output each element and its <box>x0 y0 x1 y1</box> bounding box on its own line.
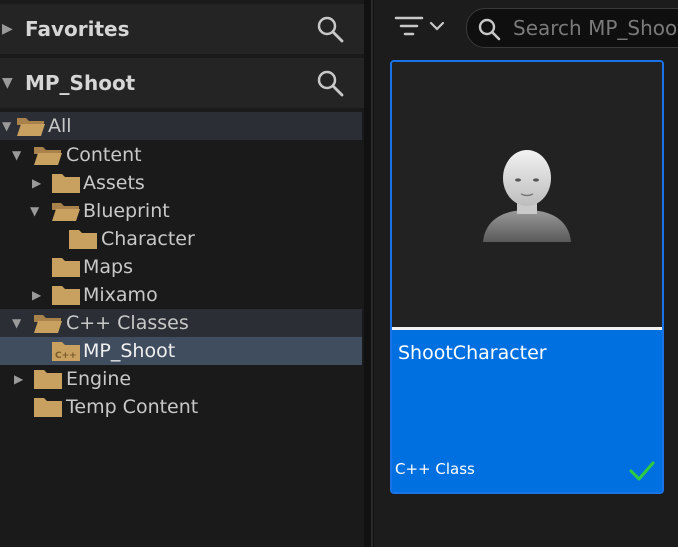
tree-item-mp-shoot[interactable]: C++ MP_Shoot <box>0 337 362 365</box>
folder-icon <box>52 286 80 305</box>
folder-icon <box>52 174 80 193</box>
character-icon <box>483 150 571 242</box>
project-title: MP_Shoot <box>25 71 136 95</box>
tree-item-engine[interactable]: ▶ Engine <box>0 365 362 393</box>
filter-icon[interactable] <box>394 12 450 42</box>
asset-search-input[interactable] <box>511 12 678 44</box>
tree-item-blueprint[interactable]: ▼ Blueprint <box>0 197 362 225</box>
tree-item-assets[interactable]: ▶ Assets <box>0 169 362 197</box>
folder-icon <box>34 370 62 389</box>
tree-item-label: C++ Classes <box>66 312 189 334</box>
folder-open-icon <box>34 315 62 333</box>
svg-text:C++: C++ <box>55 351 77 361</box>
collapse-arrow-icon[interactable]: ▼ <box>2 119 11 133</box>
asset-name: ShootCharacter <box>398 342 547 364</box>
tree-item-cpp-classes[interactable]: ▼ C++ Classes <box>0 309 362 337</box>
asset-tile[interactable]: ShootCharacter C++ Class <box>390 60 664 494</box>
folder-open-icon <box>52 203 80 221</box>
tree-item-label: MP_Shoot <box>83 340 176 362</box>
asset-info: ShootCharacter C++ Class <box>392 330 662 492</box>
expand-arrow-icon[interactable]: ▶ <box>14 372 23 386</box>
search-icon <box>478 18 501 41</box>
tree-item-label: All <box>48 115 72 137</box>
tree-item-all[interactable]: ▼ All <box>0 112 362 140</box>
collapse-arrow-icon[interactable]: ▼ <box>30 204 39 218</box>
asset-view: ShootCharacter C++ Class <box>374 0 678 547</box>
search-icon[interactable] <box>316 15 344 43</box>
tree-item-mixamo[interactable]: ▶ Mixamo <box>0 281 362 309</box>
expand-arrow-icon[interactable]: ▶ <box>32 176 41 190</box>
tree-item-label: Mixamo <box>83 284 158 306</box>
tree-item-label: Assets <box>83 172 145 194</box>
expand-arrow-icon[interactable]: ▶ <box>2 21 13 37</box>
search-icon[interactable] <box>316 69 344 97</box>
collapse-arrow-icon[interactable]: ▼ <box>12 316 21 330</box>
sources-panel: ▶ Favorites ▼ MP_Shoot ▼ All ▼ Content ▶… <box>0 0 364 547</box>
tree-item-character[interactable]: Character <box>0 225 362 253</box>
collapse-arrow-icon[interactable]: ▼ <box>2 75 13 91</box>
folder-open-icon <box>17 118 45 136</box>
folder-open-icon <box>34 147 62 165</box>
tree-item-label: Character <box>101 228 195 250</box>
tree-item-label: Maps <box>83 256 133 278</box>
splitter-line <box>371 0 373 547</box>
cpp-folder-icon: C++ <box>52 342 80 361</box>
checkmark-icon <box>629 461 655 481</box>
asset-thumbnail <box>392 62 662 327</box>
collapse-arrow-icon[interactable]: ▼ <box>12 148 21 162</box>
tree-item-maps[interactable]: Maps <box>0 253 362 281</box>
favorites-header[interactable]: ▶ Favorites <box>0 4 364 54</box>
asset-search-box[interactable] <box>466 8 678 48</box>
tree-item-label: Content <box>66 144 142 166</box>
asset-type: C++ Class <box>395 460 475 478</box>
tree-item-content[interactable]: ▼ Content <box>0 141 362 169</box>
tree-item-temp-content[interactable]: Temp Content <box>0 393 362 421</box>
favorites-title: Favorites <box>25 17 130 41</box>
folder-icon <box>69 230 97 249</box>
folder-icon <box>34 398 62 417</box>
project-header[interactable]: ▼ MP_Shoot <box>0 58 364 108</box>
tree-item-label: Temp Content <box>66 396 199 418</box>
expand-arrow-icon[interactable]: ▶ <box>32 288 41 302</box>
tree-item-label: Engine <box>66 368 132 390</box>
tree-item-label: Blueprint <box>83 200 170 222</box>
folder-icon <box>52 258 80 277</box>
